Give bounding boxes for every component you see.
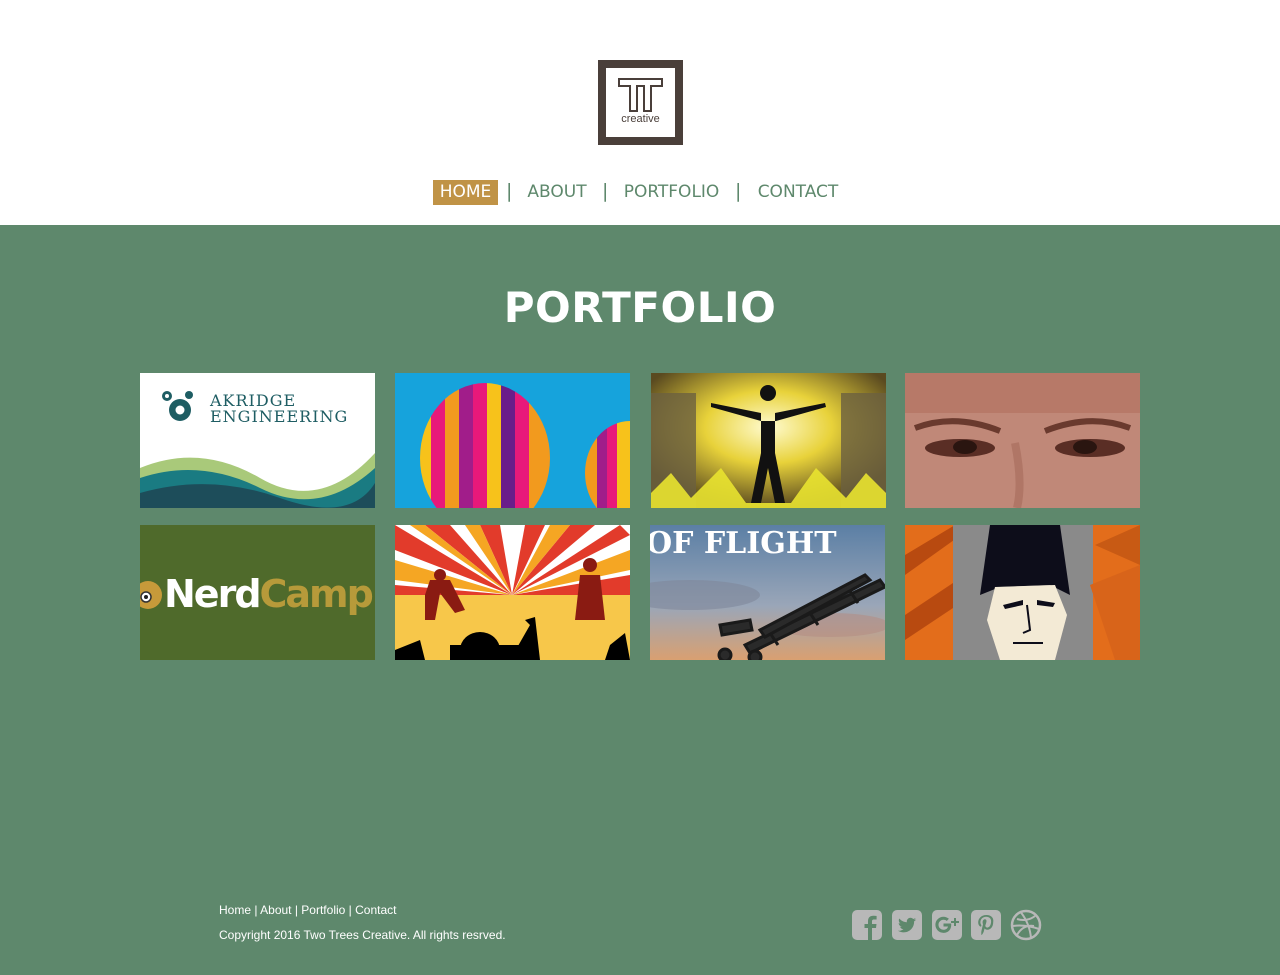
nav-separator: |: [506, 180, 513, 202]
portfolio-item-poster-face[interactable]: [905, 525, 1140, 660]
site-header: creative HOME | ABOUT | PORTFOLIO | CONT…: [0, 0, 1280, 225]
footer-separator: |: [345, 903, 356, 917]
footer-link-contact[interactable]: Contact: [355, 903, 396, 917]
nav-home[interactable]: HOME: [433, 180, 498, 205]
page-title: PORTFOLIO: [503, 283, 777, 332]
portfolio-item-flight[interactable]: OF FLIGHT: [650, 525, 885, 660]
footer-link-home[interactable]: Home: [219, 903, 251, 917]
nav-contact[interactable]: CONTACT: [753, 180, 843, 205]
google-plus-icon[interactable]: [931, 909, 963, 941]
nerd-camp-text: NerdCamp: [164, 572, 373, 616]
pinterest-icon[interactable]: [970, 909, 1002, 941]
nav-portfolio[interactable]: PORTFOLIO: [620, 180, 723, 205]
nav-separator: |: [602, 180, 609, 202]
facebook-icon[interactable]: [851, 909, 883, 941]
logo[interactable]: creative: [598, 60, 683, 145]
footer-links: Home | About | Portfolio | Contact: [219, 903, 396, 917]
footer-link-about[interactable]: About: [260, 903, 291, 917]
portfolio-item-silhouette[interactable]: [651, 373, 886, 508]
main-nav: HOME | ABOUT | PORTFOLIO | CONTACT: [0, 180, 1280, 205]
footer-link-portfolio[interactable]: Portfolio: [301, 903, 345, 917]
portfolio-item-concert[interactable]: [395, 525, 630, 660]
portfolio-item-akridge-engineering[interactable]: AKRIDGE ENGINEERING: [140, 373, 375, 508]
nav-about[interactable]: ABOUT: [524, 180, 590, 205]
dribbble-icon[interactable]: [1010, 909, 1042, 941]
portfolio-item-balloons[interactable]: [395, 373, 630, 508]
portfolio-item-nerd-camp[interactable]: NerdCamp: [140, 525, 375, 660]
logo-wordmark: creative: [621, 113, 660, 125]
footer-separator: |: [291, 903, 302, 917]
copyright: Copyright 2016 Two Trees Creative. All r…: [219, 928, 506, 942]
logo-tt-mark: [618, 78, 663, 112]
twitter-icon[interactable]: [891, 909, 923, 941]
akridge-text-2: ENGINEERING: [210, 407, 348, 426]
footer-separator: |: [251, 903, 261, 917]
flight-text: OF FLIGHT: [650, 526, 837, 561]
portfolio-item-eyes[interactable]: [905, 373, 1140, 508]
nav-separator: |: [735, 180, 742, 202]
